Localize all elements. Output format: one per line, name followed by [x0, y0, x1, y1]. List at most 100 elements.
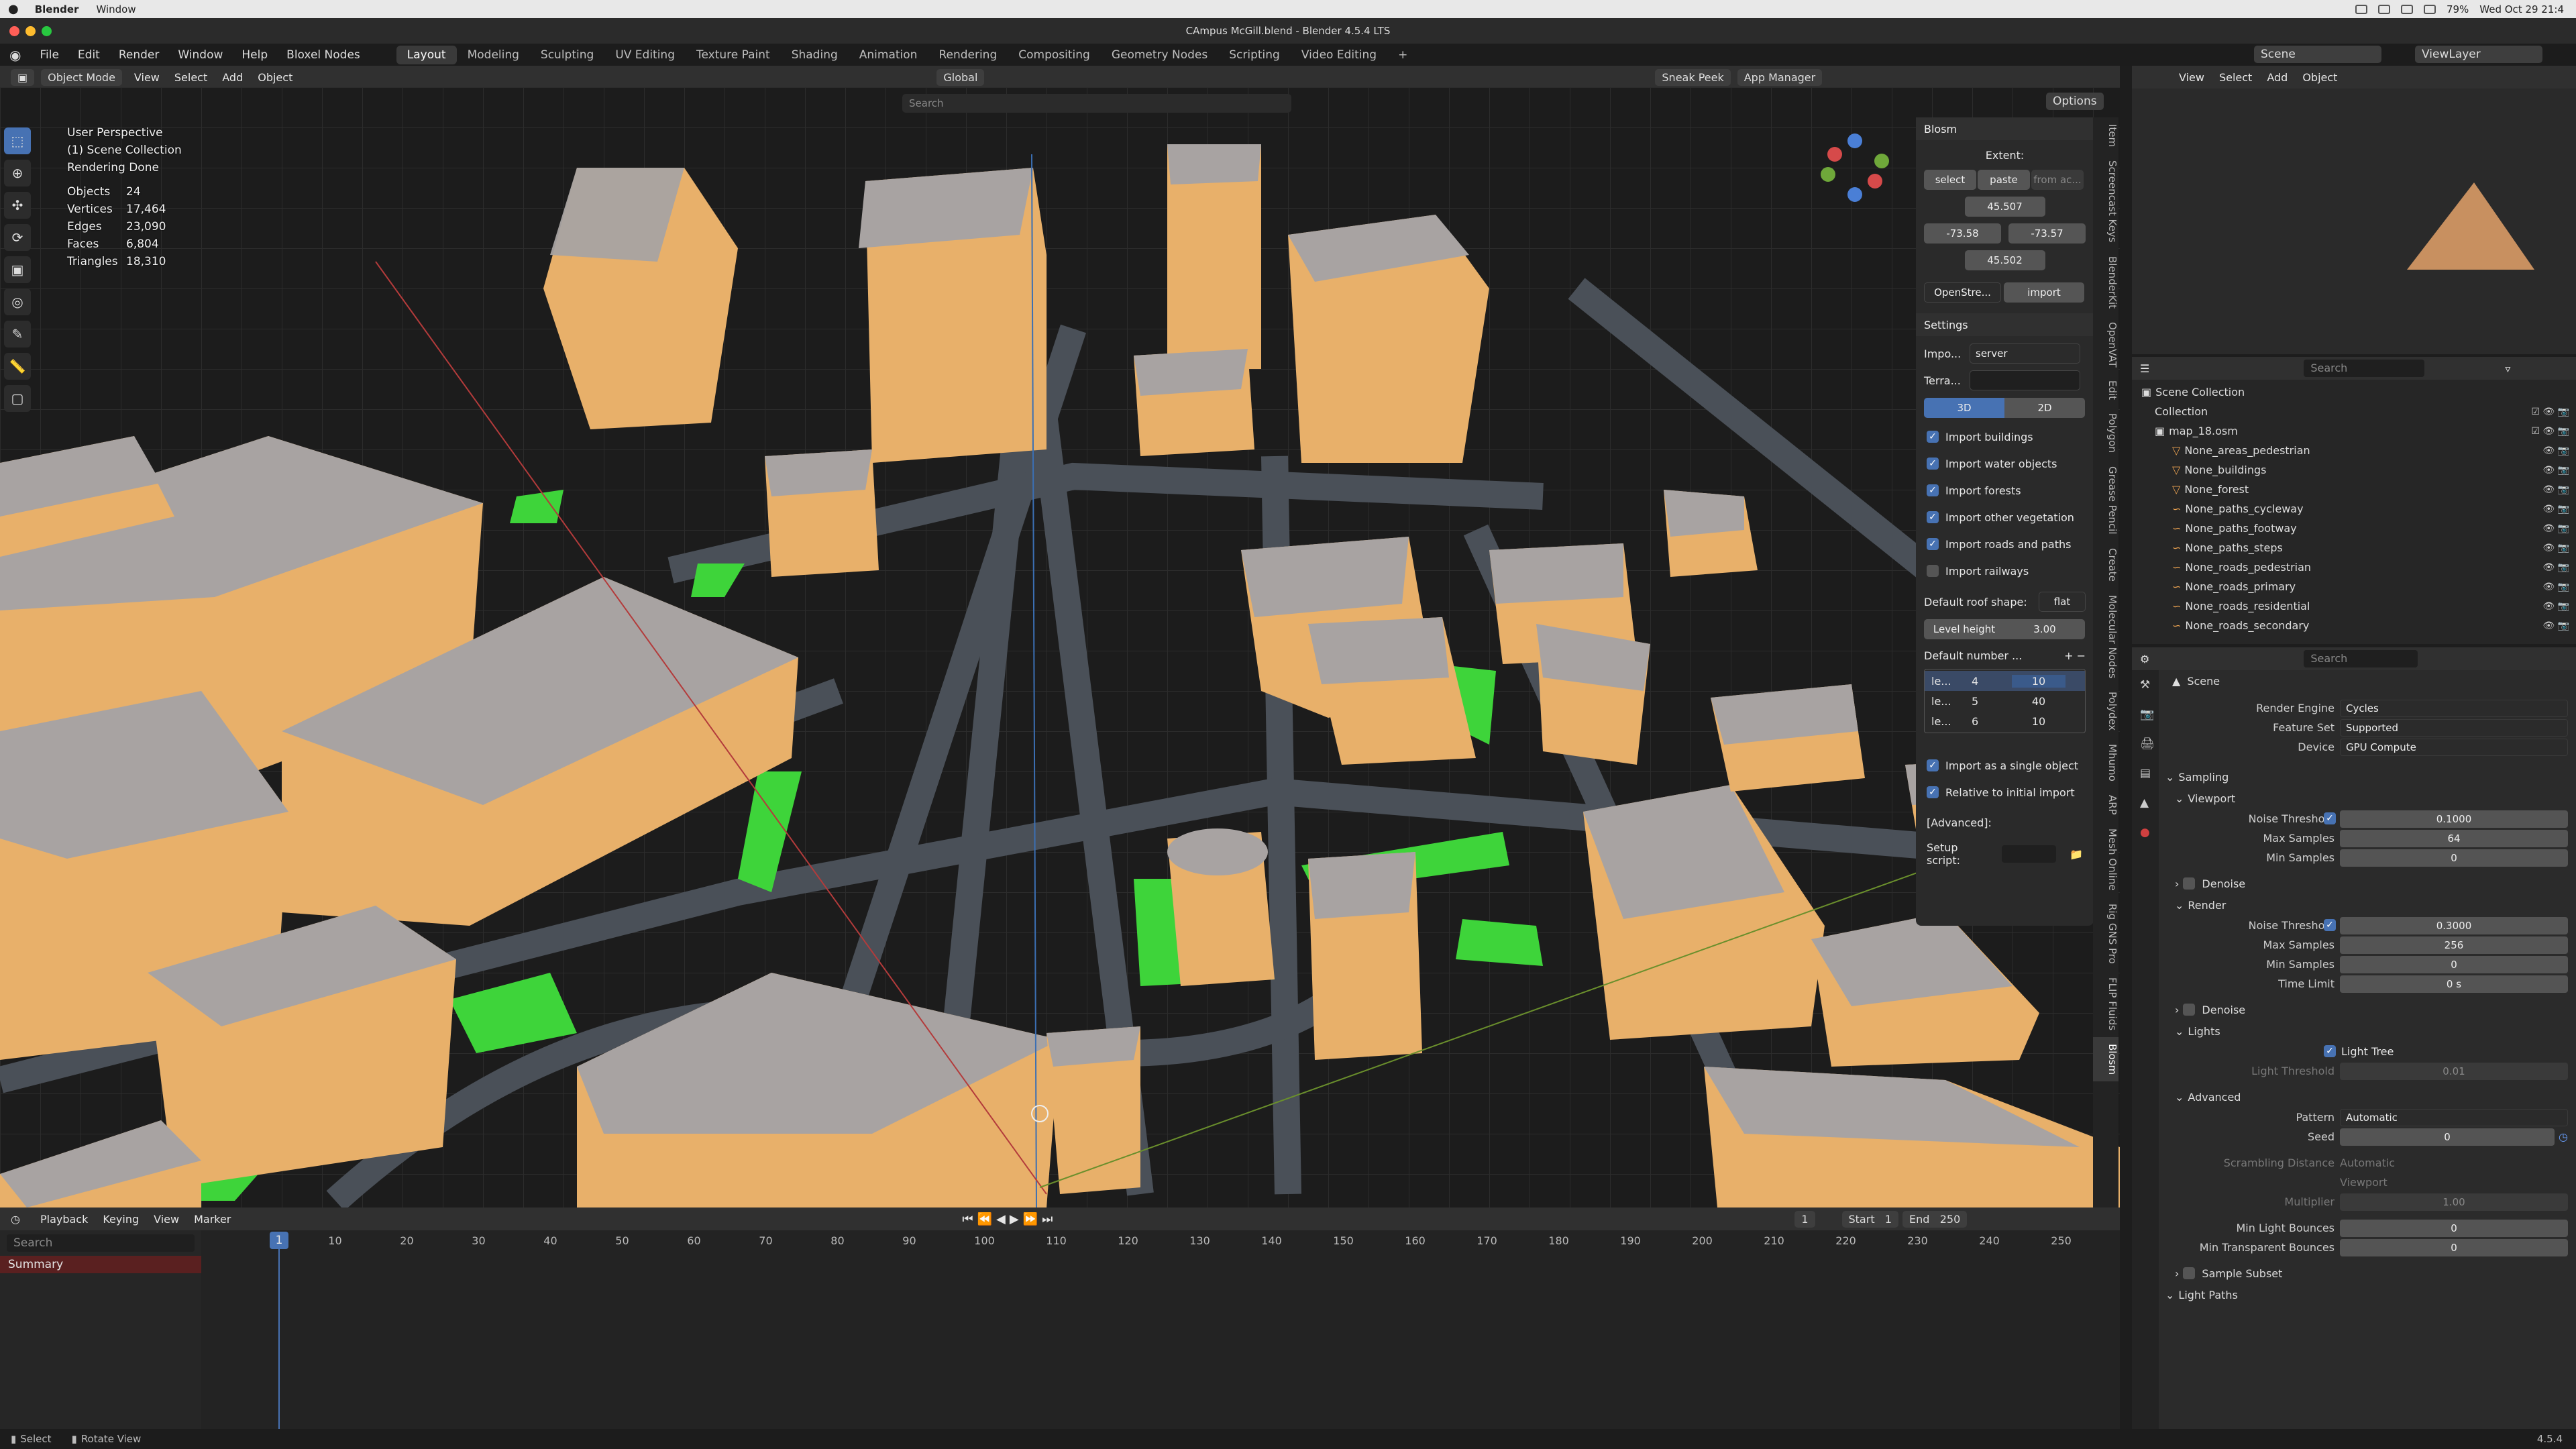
status-icon[interactable] — [2377, 4, 2390, 14]
scale-tool-icon[interactable]: ▣ — [4, 256, 31, 283]
app-manager-button[interactable]: App Manager — [1737, 68, 1823, 86]
light-tree-checkbox[interactable]: ✓ — [2324, 1045, 2336, 1057]
mac-app-name[interactable]: Blender — [35, 3, 79, 15]
scene-tab-icon[interactable]: ▲ — [2132, 788, 2159, 818]
vp-max-field[interactable]: 64 — [2340, 829, 2568, 847]
scrambling-automatic-checkbox[interactable]: Automatic — [2340, 1157, 2395, 1169]
sidebar-tab[interactable]: Molecular Nodes — [2093, 588, 2118, 686]
r-min-field[interactable]: 0 — [2340, 955, 2568, 973]
sidebar-tab[interactable]: Screencast Keys — [2093, 154, 2118, 249]
noise-threshold-checkbox[interactable]: ✓ — [2324, 812, 2336, 824]
status-icon[interactable] — [2400, 4, 2413, 14]
visibility-icon[interactable]: 👁 📷 — [2542, 601, 2569, 612]
mode-selector[interactable]: Object Mode — [41, 68, 122, 86]
tab-texture-paint[interactable]: Texture Paint — [686, 46, 781, 64]
level-row-label[interactable]: le... — [1925, 695, 1972, 708]
min-transparent-bounces-field[interactable]: 0 — [2340, 1238, 2568, 1256]
tab-sculpting[interactable]: Sculpting — [530, 46, 604, 64]
level-row-label[interactable]: le... — [1925, 675, 1972, 688]
visibility-icon[interactable]: 👁 📷 — [2542, 523, 2569, 534]
clock-icon[interactable]: ◷ — [2559, 1130, 2568, 1143]
settings-section-header[interactable]: Settings — [1916, 313, 2094, 336]
sample-subset-checkbox[interactable] — [2183, 1267, 2196, 1279]
visibility-icon[interactable]: 👁 📷 — [2542, 465, 2569, 476]
single-object-checkbox[interactable]: ✓ Import as a single object — [1916, 752, 2094, 779]
import-water-checkbox[interactable]: ✓ Import water objects — [1916, 450, 2094, 477]
filter-icon[interactable]: ▿ — [2505, 362, 2510, 375]
import-source-dropdown[interactable]: server — [1970, 343, 2080, 364]
outliner-search-input[interactable]: Search — [2304, 360, 2425, 377]
sidebar-tab[interactable]: ARP — [2093, 788, 2118, 822]
vp-noise-field[interactable]: 0.1000 — [2340, 810, 2568, 828]
measure-tool-icon[interactable]: 📏 — [4, 353, 31, 380]
options-button[interactable]: Options — [2046, 93, 2104, 110]
editor-type-icon[interactable]: ▣ — [11, 68, 35, 86]
import-railways-checkbox[interactable]: Import railways — [1916, 557, 2094, 584]
outliner-row[interactable]: ∽ None_roads_primary 👁 📷 — [2132, 577, 2576, 596]
cursor-tool-icon[interactable]: ⊕ — [4, 160, 31, 186]
sampling-panel-header[interactable]: ⌄ Sampling — [2159, 766, 2576, 788]
sidebar-tab[interactable]: OpenVAT — [2093, 315, 2118, 374]
tab-modeling[interactable]: Modeling — [457, 46, 530, 64]
folder-icon[interactable]: 📁 — [2070, 848, 2083, 861]
preview-menu-view[interactable]: View — [2179, 71, 2204, 84]
timeline-editor-icon[interactable]: ◷ — [11, 1213, 20, 1226]
battery-label[interactable]: 79% — [2447, 3, 2469, 15]
sidebar-tab-active[interactable]: Blosm — [2093, 1037, 2118, 1082]
viewport-search-input[interactable]: Search — [902, 94, 1291, 113]
menu-playback[interactable]: Playback — [40, 1213, 88, 1226]
visibility-icon[interactable]: ☑ 👁 📷 — [2531, 426, 2569, 437]
menu-help[interactable]: Help — [232, 48, 277, 62]
denoise-subpanel-header[interactable]: › Denoise — [2159, 999, 2576, 1020]
level-height-field[interactable]: 3.00 — [2004, 619, 2085, 639]
import-forests-checkbox[interactable]: ✓ Import forests — [1916, 477, 2094, 504]
select-button[interactable]: select — [1924, 170, 1976, 190]
feature-set-dropdown[interactable]: Supported — [2340, 718, 2568, 737]
outliner-row[interactable]: ∽ None_roads_secondary 👁 📷 — [2132, 616, 2576, 635]
outliner-row[interactable]: ∽ None_roads_pedestrian 👁 📷 — [2132, 557, 2576, 577]
3d-viewport[interactable]: ⬚ ⊕ ✣ ⟳ ▣ ◎ ✎ 📏 ▢ User Perspective (1) S… — [0, 87, 2120, 1208]
end-frame-field[interactable]: End 250 — [1902, 1210, 1968, 1228]
menu-file[interactable]: File — [30, 48, 68, 62]
tab-uv-editing[interactable]: UV Editing — [604, 46, 686, 64]
extent-right-field[interactable]: -73.57 — [2008, 223, 2086, 244]
tab-video-editing[interactable]: Video Editing — [1291, 46, 1387, 64]
transform-tool-icon[interactable]: ◎ — [4, 288, 31, 315]
seed-field[interactable]: 0 — [2340, 1128, 2555, 1146]
outliner-row[interactable]: ▽ None_areas_pedestrian 👁 📷 — [2132, 441, 2576, 460]
wifi-icon[interactable] — [2423, 4, 2436, 14]
timeline-search-input[interactable]: Search — [7, 1234, 195, 1252]
light-paths-panel-header[interactable]: ⌄ Light Paths — [2159, 1284, 2576, 1305]
source-selector[interactable]: OpenStre... — [1924, 282, 2001, 303]
playback-controls-icon[interactable]: ⏮⏪◀▶⏩⏭ — [962, 1212, 1057, 1226]
output-tab-icon[interactable]: 🖨 — [2132, 729, 2159, 759]
sidebar-tab[interactable]: Polygon — [2093, 407, 2118, 460]
menu-bloxel-nodes[interactable]: Bloxel Nodes — [277, 48, 370, 62]
preview-menu-select[interactable]: Select — [2219, 71, 2252, 84]
menu-add[interactable]: Add — [222, 71, 243, 84]
tab-geometry-nodes[interactable]: Geometry Nodes — [1101, 46, 1218, 64]
outliner-row[interactable]: Collection ☑ 👁 📷 — [2132, 402, 2576, 421]
timeline-ruler[interactable]: 1 10 20 30 40 50 60 70 80 90 100 110 120 130 140 150 16… — [201, 1230, 2120, 1436]
extent-top-field[interactable]: 45.507 — [1964, 197, 2045, 217]
sneak-peek-button[interactable]: Sneak Peek — [1655, 68, 1731, 86]
denoise-checkbox[interactable] — [2183, 1004, 2196, 1016]
apple-icon[interactable]: ● — [8, 2, 19, 16]
noise-threshold-checkbox[interactable]: ✓ — [2324, 919, 2336, 931]
import-buildings-checkbox[interactable]: ✓ Import buildings — [1916, 423, 2094, 450]
menu-render[interactable]: Render — [109, 48, 169, 62]
level-height-label[interactable]: Level height — [1924, 619, 2004, 639]
outliner-row[interactable]: ∽ None_roads_residential 👁 📷 — [2132, 596, 2576, 616]
menu-view[interactable]: View — [154, 1213, 179, 1226]
min-light-bounces-field[interactable]: 0 — [2340, 1219, 2568, 1237]
transform-orientation[interactable]: Global — [936, 68, 985, 86]
time-limit-field[interactable]: 0 s — [2340, 975, 2568, 993]
sidebar-tab[interactable]: BlenderKit — [2093, 250, 2118, 315]
status-icon[interactable] — [2355, 4, 2367, 14]
terrain-field[interactable] — [1970, 370, 2080, 390]
sidebar-tab[interactable]: Edit — [2093, 374, 2118, 407]
r-max-field[interactable]: 256 — [2340, 936, 2568, 954]
add-level-icon[interactable]: + − — [2064, 649, 2086, 662]
r-noise-field[interactable]: 0.3000 — [2340, 916, 2568, 934]
view-layer-selector[interactable]: ViewLayer — [2415, 46, 2542, 63]
